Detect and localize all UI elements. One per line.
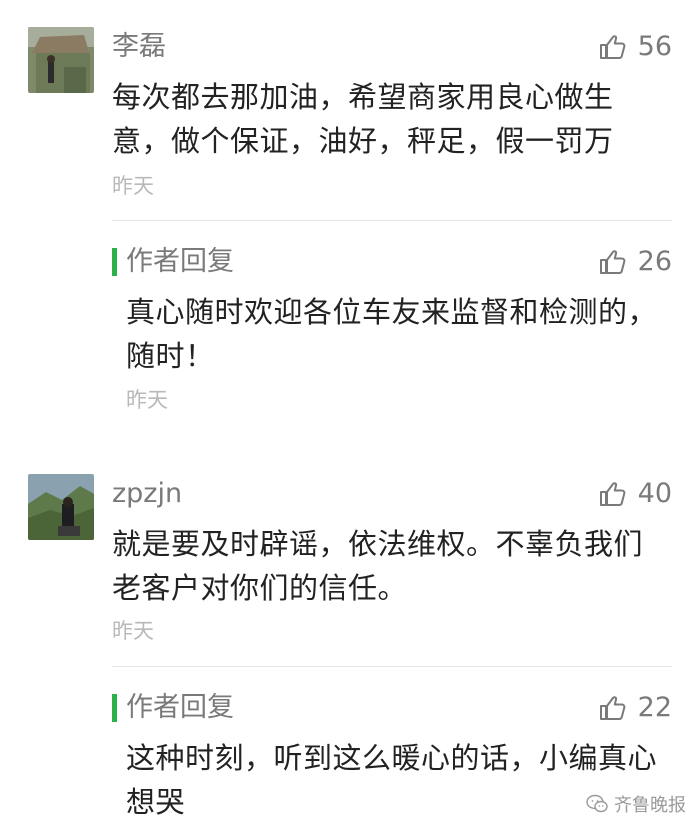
reply-marker [112,248,117,276]
reply-text: 这种时刻，听到这么暖心的话，小编真心想哭 [126,741,658,819]
like-count: 56 [637,31,672,62]
like-button[interactable]: 40 [598,477,672,511]
reply-header: 作者回复 [112,691,234,725]
reply-text: 真心随时欢迎各位车友来监督和检测的，随时！ [126,295,658,373]
like-count: 22 [637,692,672,723]
like-button[interactable]: 56 [598,30,672,64]
like-count: 26 [637,246,672,277]
reply-title: 作者回复 [126,692,234,723]
thumbs-up-icon [598,694,626,722]
watermark-text: 齐鲁晚报 [614,795,686,816]
comment-list: 李磊 56 每次都去那加油，希望商家用良心做生意，做个保证，油好，秤足，假一罚万… [0,0,700,831]
comment-time: 昨天 [112,174,154,198]
divider [112,220,672,221]
reply-time: 昨天 [126,388,168,412]
thumbs-up-icon [598,33,626,61]
like-count: 40 [637,478,672,509]
comment-text: 每次都去那加油，希望商家用良心做生意，做个保证，油好，秤足，假一罚万 [112,80,614,158]
avatar-image [28,474,94,540]
comment-username[interactable]: 李磊 [112,30,166,64]
comment-username[interactable]: zpzjn [112,477,182,511]
watermark: 齐鲁晚报 [586,791,686,817]
avatar[interactable] [28,474,94,540]
reply-title: 作者回复 [126,246,234,277]
avatar-image [28,27,94,93]
comment-text: 就是要及时辟谣，依法维权。不辜负我们老客户对你们的信任。 [112,527,644,605]
like-button[interactable]: 22 [598,691,672,725]
reply-header: 作者回复 [112,245,234,279]
avatar[interactable] [28,27,94,93]
thumbs-up-icon [598,248,626,276]
reply-marker [112,694,117,722]
comment-time: 昨天 [112,619,154,643]
divider [112,666,672,667]
wechat-icon [586,794,608,813]
like-button[interactable]: 26 [598,245,672,279]
thumbs-up-icon [598,480,626,508]
